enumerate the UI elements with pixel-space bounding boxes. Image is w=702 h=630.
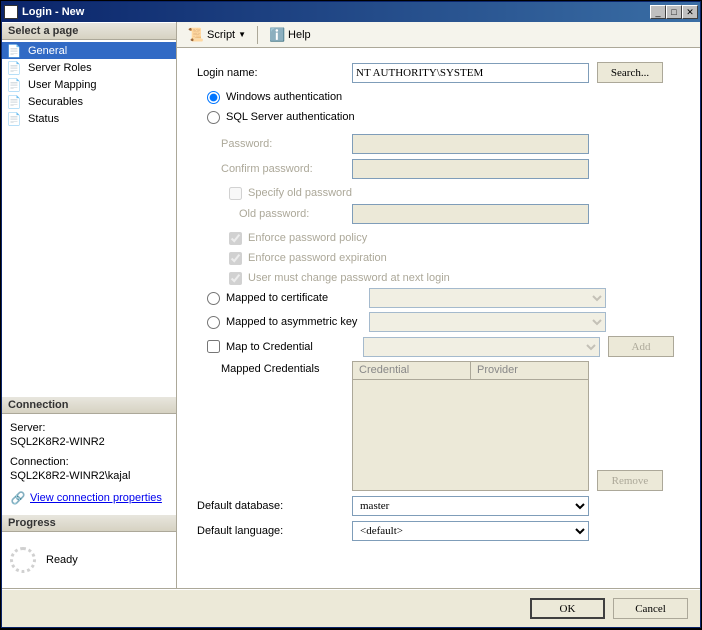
specify-old-label: Specify old password — [248, 187, 352, 199]
sidebar-item-label: Securables — [28, 96, 83, 108]
mapped-asym-label: Mapped to asymmetric key — [226, 316, 363, 328]
cancel-button[interactable]: Cancel — [613, 598, 688, 619]
select-page-header: Select a page — [2, 22, 176, 40]
window-icon — [4, 5, 18, 19]
password-label: Password: — [197, 138, 352, 150]
dropdown-arrow-icon: ▼ — [238, 30, 246, 39]
server-value: SQL2K8R2-WINR2 — [10, 436, 168, 448]
sql-auth-radio[interactable] — [207, 111, 220, 124]
old-password-label: Old password: — [197, 208, 352, 220]
ok-button[interactable]: OK — [530, 598, 605, 619]
search-button[interactable]: Search... — [597, 62, 663, 83]
titlebar[interactable]: Login - New _ □ ✕ — [2, 2, 700, 22]
windows-auth-radio[interactable] — [207, 91, 220, 104]
must-change-checkbox — [229, 272, 242, 285]
password-input — [352, 134, 589, 154]
provider-column-header[interactable]: Provider — [471, 362, 588, 380]
toolbar: 📜 Script ▼ ℹ️ Help — [177, 22, 700, 48]
connection-value: SQL2K8R2-WINR2\kajal — [10, 470, 168, 482]
properties-icon: 🔗 — [10, 490, 26, 506]
mapped-credentials-list: Credential Provider — [352, 361, 589, 491]
help-icon: ℹ️ — [269, 27, 285, 43]
old-password-input — [352, 204, 589, 224]
windows-auth-label: Windows authentication — [226, 91, 342, 103]
enforce-policy-checkbox — [229, 232, 242, 245]
sidebar-item-label: Status — [28, 113, 59, 125]
maximize-button[interactable]: □ — [666, 5, 682, 19]
sql-auth-label: SQL Server authentication — [226, 111, 355, 123]
spinner-icon — [10, 547, 36, 573]
minimize-button[interactable]: _ — [650, 5, 666, 19]
credentials-body — [353, 380, 588, 490]
page-icon: 📄 — [6, 77, 22, 93]
page-list: 📄 General 📄 Server Roles 📄 User Mapping … — [2, 40, 176, 129]
progress-header: Progress — [2, 514, 176, 532]
sidebar-item-label: General — [28, 45, 67, 57]
view-connection-properties-link[interactable]: View connection properties — [30, 492, 162, 504]
map-cred-label: Map to Credential — [226, 341, 363, 353]
map-cred-checkbox[interactable] — [207, 340, 220, 353]
page-icon: 📄 — [6, 60, 22, 76]
help-button[interactable]: ℹ️ Help — [264, 25, 316, 45]
sidebar-item-server-roles[interactable]: 📄 Server Roles — [2, 59, 176, 76]
help-label: Help — [288, 29, 311, 41]
main-panel: 📜 Script ▼ ℹ️ Help Login name: Search... — [177, 22, 700, 589]
window-title: Login - New — [22, 6, 84, 18]
connection-label: Connection: — [10, 456, 168, 468]
specify-old-checkbox — [229, 187, 242, 200]
sidebar-item-general[interactable]: 📄 General — [2, 42, 176, 59]
separator — [257, 26, 258, 44]
connection-header: Connection — [2, 396, 176, 414]
close-button[interactable]: ✕ — [682, 5, 698, 19]
progress-panel: Ready — [2, 532, 176, 588]
script-icon: 📜 — [188, 27, 204, 43]
login-name-input[interactable] — [352, 63, 589, 83]
login-dialog: Login - New _ □ ✕ Select a page 📄 Genera… — [1, 1, 701, 628]
enforce-policy-label: Enforce password policy — [248, 232, 367, 244]
server-label: Server: — [10, 422, 168, 434]
login-name-label: Login name: — [197, 67, 352, 79]
default-db-label: Default database: — [197, 500, 352, 512]
enforce-expiration-label: Enforce password expiration — [248, 252, 387, 264]
sidebar-item-status[interactable]: 📄 Status — [2, 110, 176, 127]
sidebar-item-securables[interactable]: 📄 Securables — [2, 93, 176, 110]
page-icon: 📄 — [6, 111, 22, 127]
default-lang-select[interactable]: <default> — [352, 521, 589, 541]
must-change-label: User must change password at next login — [248, 272, 450, 284]
mapped-asym-radio[interactable] — [207, 316, 220, 329]
sidebar-item-label: User Mapping — [28, 79, 96, 91]
sidebar-item-user-mapping[interactable]: 📄 User Mapping — [2, 76, 176, 93]
default-db-select[interactable]: master — [352, 496, 589, 516]
mapped-cert-label: Mapped to certificate — [226, 292, 363, 304]
page-icon: 📄 — [6, 43, 22, 59]
add-button: Add — [608, 336, 674, 357]
progress-status: Ready — [46, 554, 78, 566]
mapped-cert-radio[interactable] — [207, 292, 220, 305]
remove-button: Remove — [597, 470, 663, 491]
mapped-cert-select — [369, 288, 606, 308]
credential-column-header[interactable]: Credential — [353, 362, 471, 380]
default-lang-label: Default language: — [197, 525, 352, 537]
sidebar: Select a page 📄 General 📄 Server Roles 📄… — [2, 22, 177, 589]
map-cred-select — [363, 337, 600, 357]
script-label: Script — [207, 29, 235, 41]
script-button[interactable]: 📜 Script ▼ — [183, 25, 251, 45]
form-area: Login name: Search... Windows authentica… — [177, 48, 700, 588]
bottom-bar: OK Cancel — [2, 589, 700, 627]
page-icon: 📄 — [6, 94, 22, 110]
confirm-password-input — [352, 159, 589, 179]
confirm-password-label: Confirm password: — [197, 163, 352, 175]
mapped-credentials-label: Mapped Credentials — [197, 361, 352, 375]
connection-panel: Server: SQL2K8R2-WINR2 Connection: SQL2K… — [2, 414, 176, 514]
enforce-expiration-checkbox — [229, 252, 242, 265]
sidebar-item-label: Server Roles — [28, 62, 92, 74]
mapped-asym-select — [369, 312, 606, 332]
